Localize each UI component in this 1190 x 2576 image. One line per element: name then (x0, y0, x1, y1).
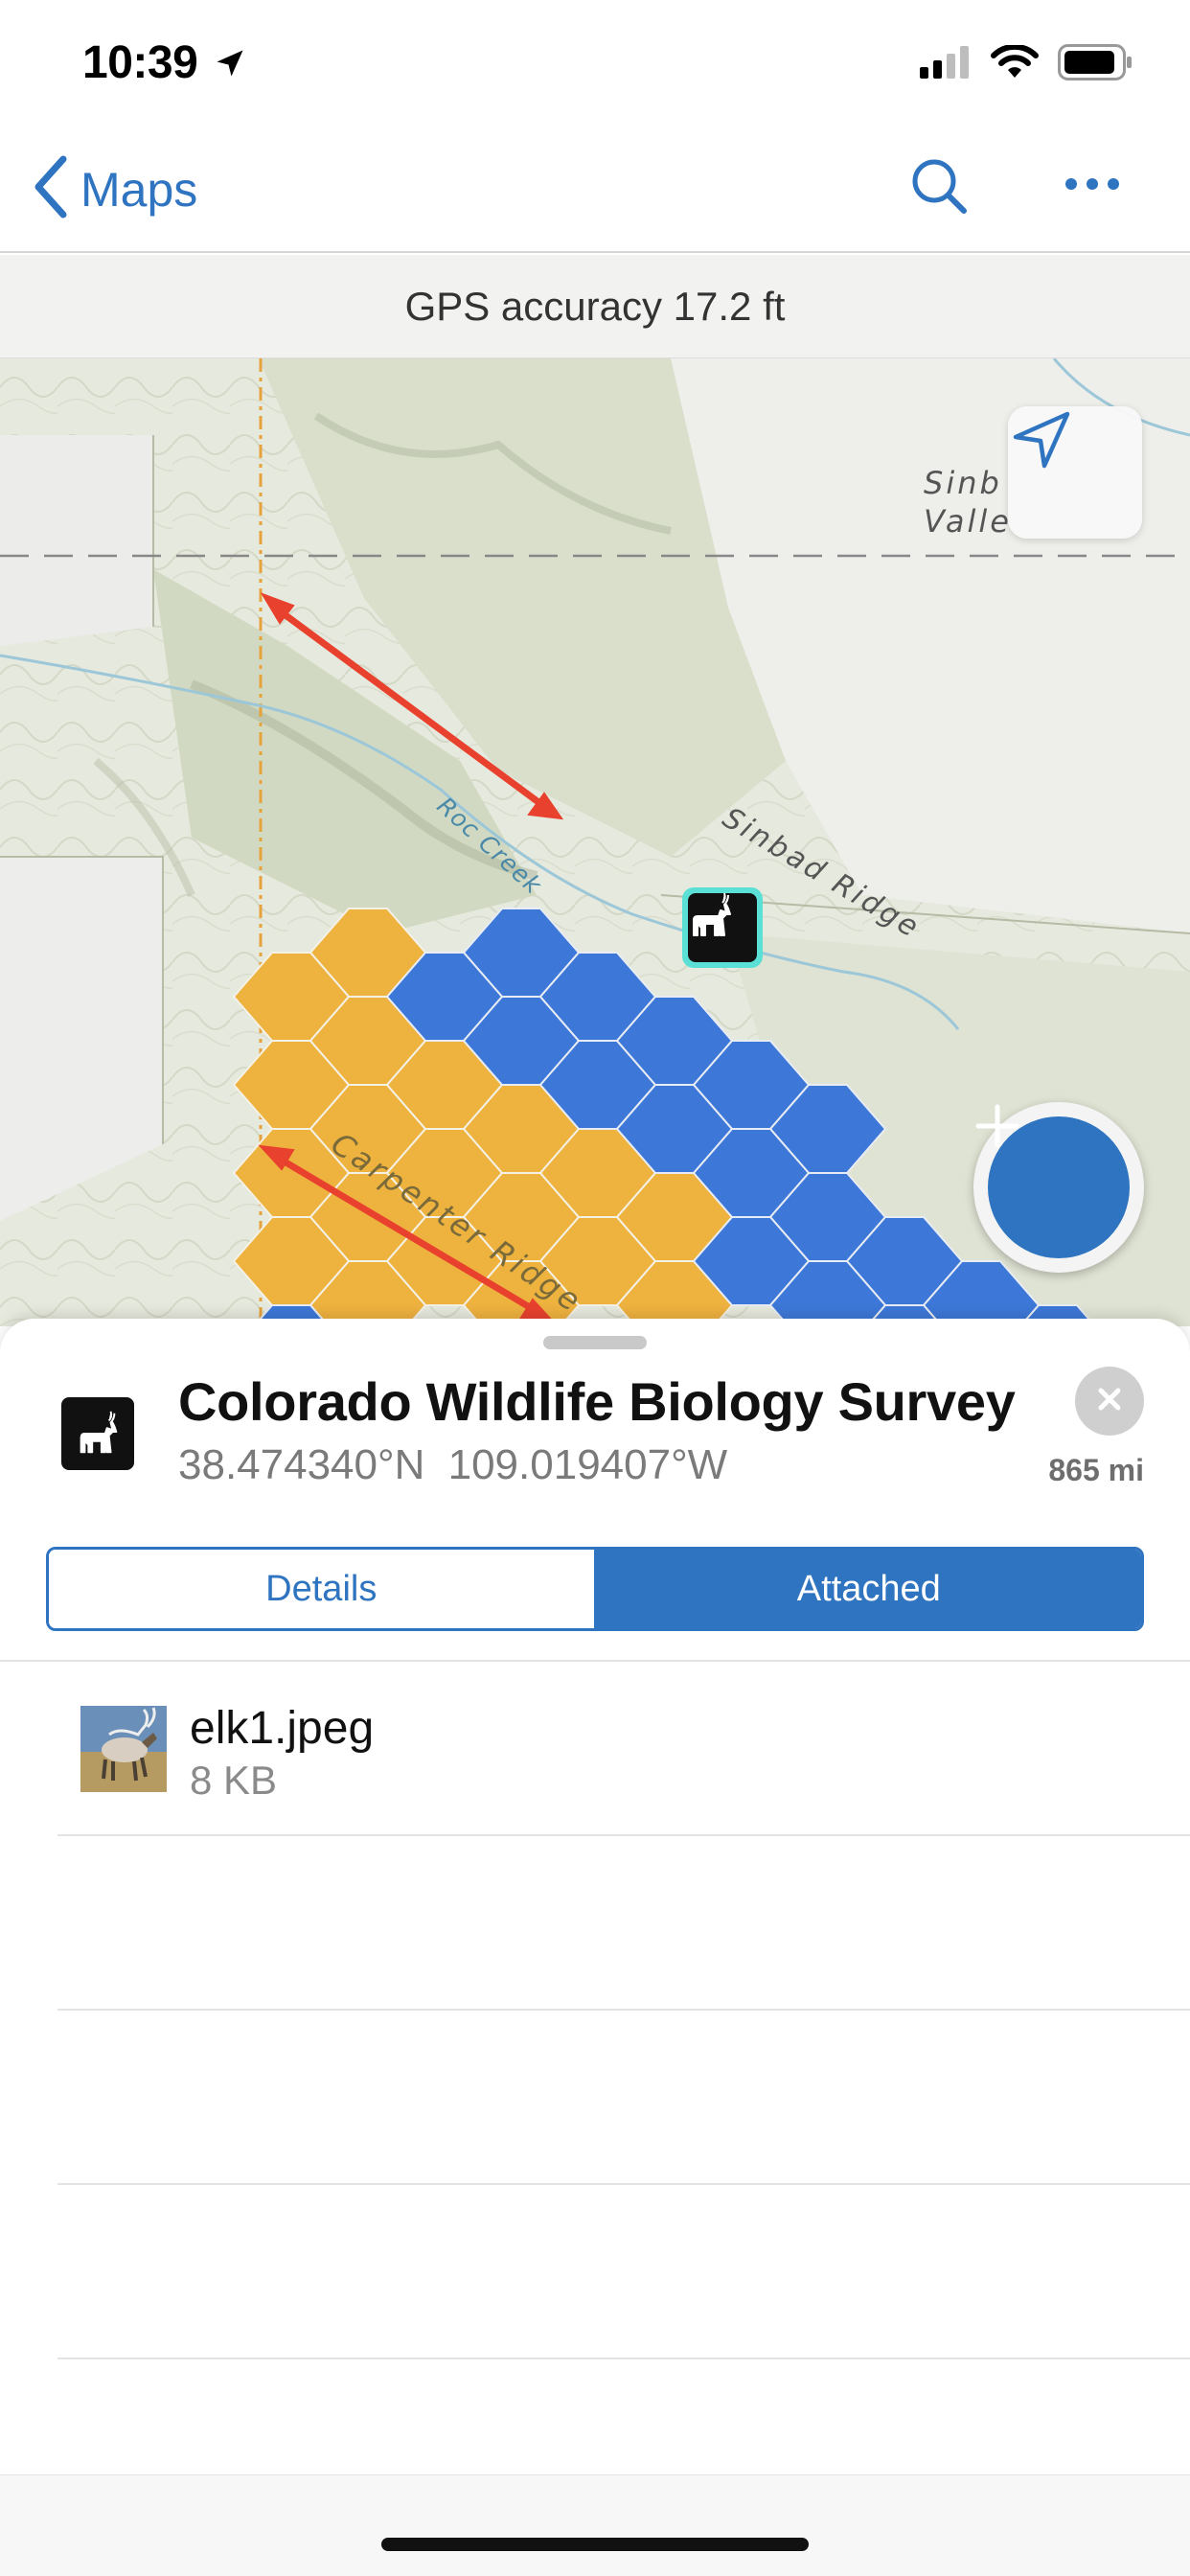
feature-distance: 865 mi (1048, 1453, 1144, 1487)
tab-details[interactable]: Details (49, 1550, 597, 1628)
close-icon (1095, 1385, 1124, 1418)
feature-title: Colorado Wildlife Biology Survey (178, 1371, 1016, 1432)
back-button[interactable]: Maps (33, 155, 197, 223)
list-separator (57, 2009, 1190, 2011)
map-view[interactable]: Sinb Valle Sinbad Ridge Roc Creek Carpen… (0, 358, 1190, 1326)
list-separator (57, 1834, 1190, 1836)
elk-map-marker[interactable] (682, 887, 763, 968)
more-button[interactable] (1064, 174, 1121, 198)
wifi-icon (991, 43, 1039, 84)
status-indicators (920, 43, 1134, 85)
elk-icon (61, 1397, 134, 1470)
details-attached-segmented-control: Details Attached (46, 1547, 1144, 1631)
search-button[interactable] (908, 155, 970, 221)
chevron-left-icon (33, 155, 69, 223)
feature-bottom-sheet: Colorado Wildlife Biology Survey 38.4743… (0, 1319, 1190, 2474)
feature-latitude: 38.474340°N (178, 1441, 425, 1488)
locate-me-button[interactable] (1008, 406, 1142, 539)
add-feature-button[interactable] (973, 1102, 1144, 1273)
location-arrow-icon (213, 46, 247, 85)
battery-icon (1058, 44, 1134, 85)
tab-attached[interactable]: Attached (596, 1550, 1141, 1628)
attachment-thumbnail (80, 1706, 167, 1792)
feature-coordinates: 38.474340°N 109.019407°W (178, 1441, 727, 1489)
elk-marker-icon (688, 892, 757, 962)
navigation-bar: Maps (0, 126, 1190, 253)
feature-longitude: 109.019407°W (447, 1441, 728, 1488)
more-icon (1064, 178, 1121, 197)
status-time: 10:39 (82, 37, 198, 88)
back-label: Maps (80, 162, 198, 217)
search-icon (908, 159, 970, 220)
list-separator (57, 2358, 1190, 2359)
home-indicator-area (0, 2474, 1190, 2576)
sheet-grabber[interactable] (543, 1336, 647, 1349)
gps-accuracy-banner: GPS accuracy 17.2 ft (0, 255, 1190, 358)
close-button[interactable] (1075, 1367, 1144, 1436)
list-separator (57, 2183, 1190, 2185)
attachment-name: elk1.jpeg (190, 1703, 375, 1754)
attachment-row[interactable]: elk1.jpeg 8 KB (0, 1662, 1190, 1834)
home-indicator[interactable] (381, 2538, 809, 2551)
plus-icon (975, 1104, 1130, 1258)
cellular-signal-icon (920, 46, 972, 83)
status-bar: 10:39 (0, 0, 1190, 126)
gps-accuracy-text: GPS accuracy 17.2 ft (404, 283, 786, 329)
map-label-valley: Sinb Valle (924, 465, 1012, 540)
attachment-size: 8 KB (190, 1758, 278, 1803)
